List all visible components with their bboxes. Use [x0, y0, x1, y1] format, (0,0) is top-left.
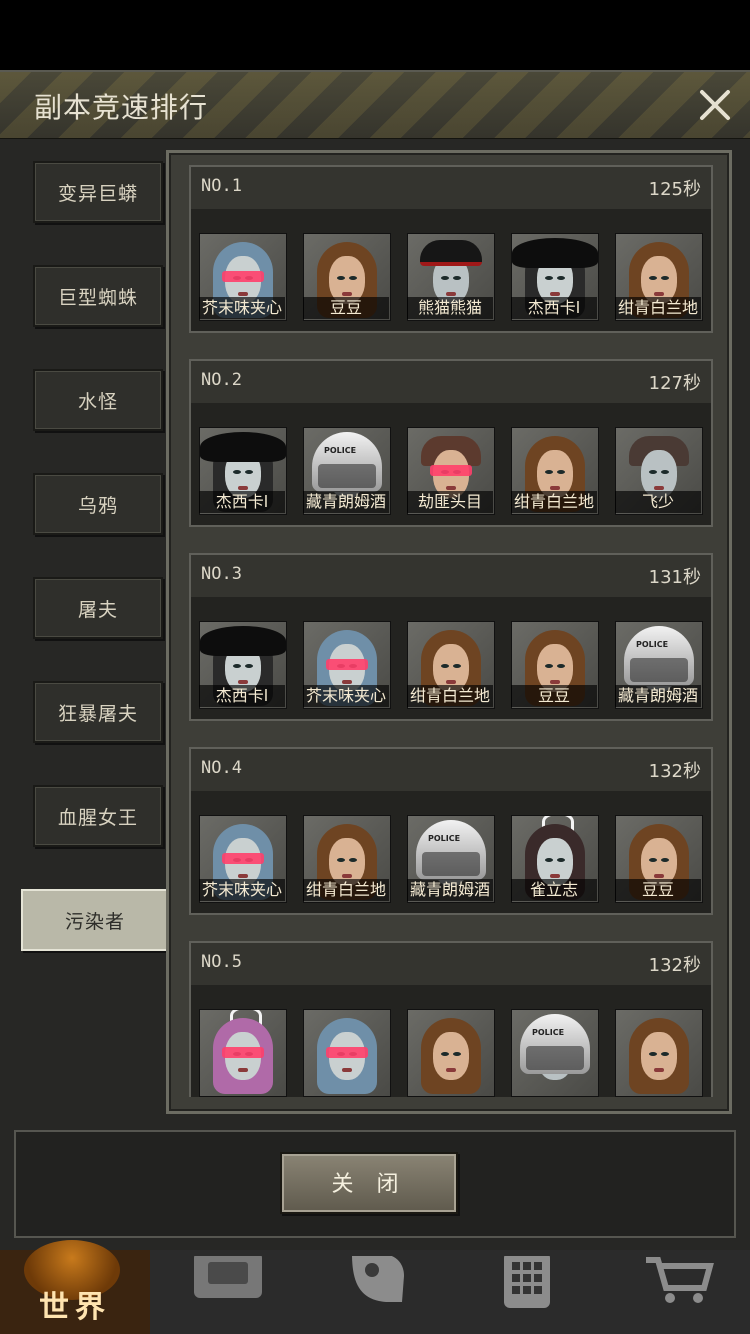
- member-name: 芥末味夹心: [201, 880, 282, 899]
- team-member[interactable]: POLICE 藏青朗姆酒: [615, 621, 703, 709]
- team-member[interactable]: 豆豆: [303, 233, 391, 321]
- member-name: 杰西卡l: [527, 298, 581, 317]
- close-button[interactable]: 关 闭: [280, 1152, 458, 1214]
- team-member[interactable]: 豆豆: [615, 815, 703, 903]
- rank-time: 125秒: [648, 179, 701, 200]
- ranking-panel: NO.1 125秒 芥末味夹心 豆豆 熊猫熊猫 杰西卡l 绀青白兰地 NO.2 127秒 杰西卡l…: [166, 150, 732, 1114]
- team-member[interactable]: 杰西卡l: [199, 621, 287, 709]
- nav-item-world[interactable]: 世界: [0, 1240, 150, 1334]
- nav-item-shop[interactable]: [600, 1250, 750, 1334]
- tab-dungeon-4[interactable]: 乌鸦: [33, 473, 163, 535]
- member-name: 绀青白兰地: [305, 880, 386, 899]
- tab-dungeon-6[interactable]: 狂暴屠夫: [33, 681, 163, 743]
- team-member[interactable]: 芥末味夹心: [303, 621, 391, 709]
- team-member[interactable]: 雀立志: [511, 815, 599, 903]
- team-member[interactable]: [303, 1009, 391, 1097]
- team-member[interactable]: 豆豆: [511, 621, 599, 709]
- member-name: 绀青白兰地: [617, 298, 698, 317]
- rank-number: NO.2: [201, 370, 242, 390]
- rank-header: NO.1 125秒: [191, 167, 711, 209]
- close-icon[interactable]: [690, 80, 740, 130]
- member-name: 芥末味夹心: [305, 686, 386, 705]
- rank-header: NO.5 132秒: [191, 943, 711, 985]
- rank-card: NO.1 125秒芥末味夹心 豆豆 熊猫熊猫 杰西卡l 绀青白兰地: [189, 165, 713, 333]
- rank-number: NO.3: [201, 564, 242, 584]
- nav-item-character[interactable]: [300, 1250, 450, 1334]
- team-member[interactable]: 芥末味夹心: [199, 815, 287, 903]
- tab-dungeon-5[interactable]: 屠夫: [33, 577, 163, 639]
- tab-dungeon-1[interactable]: 变异巨蟒: [33, 161, 163, 223]
- dialog-footer: 关 闭: [14, 1130, 736, 1238]
- tab-dungeon-8[interactable]: 污染者: [21, 889, 169, 951]
- rank-time: 131秒: [648, 567, 701, 588]
- team-member[interactable]: [199, 1009, 287, 1097]
- nav-label: 世界: [39, 1290, 111, 1325]
- team-member[interactable]: 芥末味夹心: [199, 233, 287, 321]
- rank-card: NO.2 127秒杰西卡l POLICE 藏青朗姆酒劫匪头目 绀青白兰地 飞少: [189, 359, 713, 527]
- rank-number: NO.5: [201, 952, 242, 972]
- brown-hair-woman-icon: [407, 1009, 495, 1097]
- team-member[interactable]: 绀青白兰地: [511, 427, 599, 515]
- team-member[interactable]: 绀青白兰地: [303, 815, 391, 903]
- member-name: 劫匪头目: [417, 492, 482, 511]
- member-name: 杰西卡l: [215, 686, 269, 705]
- rank-card: NO.4 132秒芥末味夹心 绀青白兰地 POLICE 藏青朗姆酒雀立志 豆豆: [189, 747, 713, 915]
- team-member[interactable]: 绀青白兰地: [407, 621, 495, 709]
- member-name: 雀立志: [529, 880, 578, 899]
- team-member[interactable]: 杰西卡l: [199, 427, 287, 515]
- police-helmet-icon: POLICE: [511, 1009, 599, 1097]
- nav-item-phone[interactable]: [450, 1250, 600, 1334]
- rank-time: 132秒: [648, 955, 701, 976]
- member-name: 绀青白兰地: [409, 686, 490, 705]
- rank-header: NO.2 127秒: [191, 361, 711, 403]
- rank-card: NO.3 131秒杰西卡l 芥末味夹心 绀青白兰地 豆豆 POLICE 藏青朗姆酒: [189, 553, 713, 721]
- brown-hair-woman-icon: [615, 1009, 703, 1097]
- team-member[interactable]: POLICE: [511, 1009, 599, 1097]
- rank-time: 127秒: [648, 373, 701, 394]
- pink-hair-bunny-icon: [199, 1009, 287, 1097]
- rank-time: 132秒: [648, 761, 701, 782]
- team-member[interactable]: 飞少: [615, 427, 703, 515]
- team-member[interactable]: [615, 1009, 703, 1097]
- cart-icon: [646, 1257, 714, 1303]
- member-name: 藏青朗姆酒: [305, 492, 386, 511]
- blue-hair-glasses-icon: [303, 1009, 391, 1097]
- backpack-icon: [194, 1256, 262, 1298]
- member-name: 藏青朗姆酒: [617, 686, 698, 705]
- rank-card: NO.5 132秒 POLICE: [189, 941, 713, 1097]
- nav-item-backpack[interactable]: [150, 1250, 300, 1334]
- team-member[interactable]: [407, 1009, 495, 1097]
- tab-dungeon-7[interactable]: 血腥女王: [33, 785, 163, 847]
- rank-header: NO.4 132秒: [191, 749, 711, 791]
- member-name: 藏青朗姆酒: [409, 880, 490, 899]
- member-name: 熊猫熊猫: [417, 298, 482, 317]
- rank-header: NO.3 131秒: [191, 555, 711, 597]
- team-member[interactable]: 熊猫熊猫: [407, 233, 495, 321]
- ranking-list[interactable]: NO.1 125秒 芥末味夹心 豆豆 熊猫熊猫 杰西卡l 绀青白兰地 NO.2 127秒 杰西卡l…: [189, 165, 715, 1097]
- tab-dungeon-2[interactable]: 巨型蜘蛛: [33, 265, 163, 327]
- ranking-dialog: 副本竞速排行 变异巨蟒 巨型蜘蛛 水怪 乌鸦 屠夫 狂暴屠夫 血腥女王 污染者 …: [0, 70, 750, 1252]
- team-member[interactable]: 杰西卡l: [511, 233, 599, 321]
- member-name: 杰西卡l: [215, 492, 269, 511]
- head-gear-icon: [352, 1256, 404, 1302]
- title-bar: 副本竞速排行: [0, 72, 750, 139]
- rank-number: NO.1: [201, 176, 242, 196]
- member-name: 绀青白兰地: [513, 492, 594, 511]
- rank-number: NO.4: [201, 758, 242, 778]
- team-member[interactable]: 绀青白兰地: [615, 233, 703, 321]
- member-name: 豆豆: [641, 880, 674, 899]
- team-member[interactable]: POLICE 藏青朗姆酒: [407, 815, 495, 903]
- member-name: 飞少: [641, 492, 674, 511]
- bottom-nav: 世界: [0, 1240, 750, 1334]
- phone-icon: [504, 1256, 550, 1308]
- member-name: 芥末味夹心: [201, 298, 282, 317]
- dialog-title: 副本竞速排行: [34, 91, 209, 124]
- member-name: 豆豆: [329, 298, 362, 317]
- team-member[interactable]: POLICE 藏青朗姆酒: [303, 427, 391, 515]
- tab-dungeon-3[interactable]: 水怪: [33, 369, 163, 431]
- member-name: 豆豆: [537, 686, 570, 705]
- team-member[interactable]: 劫匪头目: [407, 427, 495, 515]
